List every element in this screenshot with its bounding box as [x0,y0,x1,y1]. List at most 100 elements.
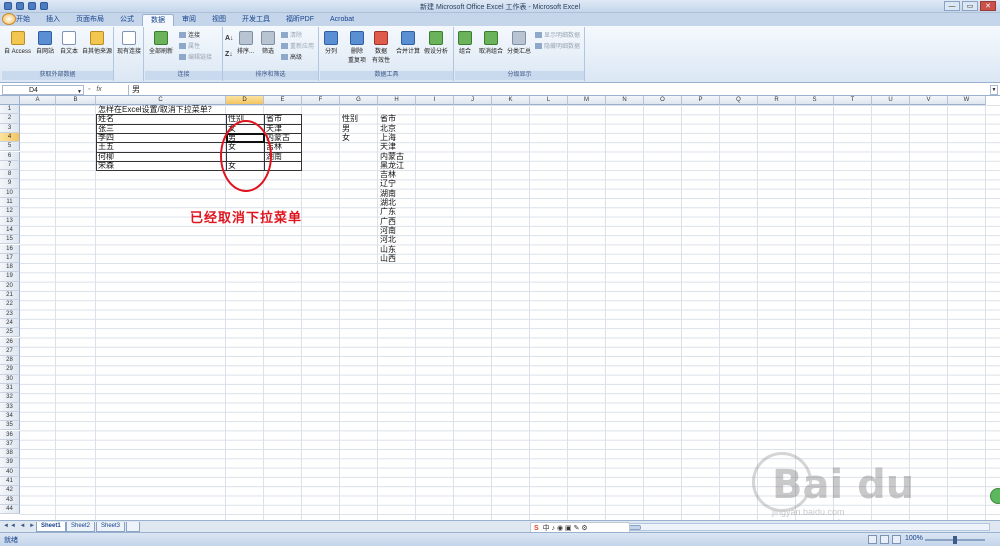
province-list-cell[interactable]: 内蒙古 [380,152,404,161]
tab-foxit-pdf[interactable]: 福昕PDF [278,14,322,26]
row-header-4[interactable]: 4 [0,132,20,143]
maximize-button[interactable]: ▭ [962,1,978,11]
row-header-16[interactable]: 16 [0,244,20,254]
name-cell[interactable]: 王五 [98,142,114,151]
header-name-cell[interactable]: 姓名 [98,114,114,123]
zoom-knob[interactable] [953,536,957,544]
row-header-27[interactable]: 27 [0,346,20,357]
column-header-f[interactable]: F [302,96,340,105]
row-header-15[interactable]: 15 [0,235,20,245]
tab-acrobat[interactable]: Acrobat [322,14,362,26]
from-text-button[interactable]: 自文本 [60,31,78,55]
column-header-m[interactable]: M [568,96,606,105]
tab-page-layout[interactable]: 页面布局 [68,14,112,26]
column-header-g[interactable]: G [340,96,378,105]
row-header-42[interactable]: 42 [0,486,20,496]
column-header-t[interactable]: T [834,96,872,105]
city-cell[interactable]: 天津 [266,124,282,133]
fx-button[interactable]: ◦ fx [88,85,124,95]
select-all-corner[interactable] [0,96,20,105]
column-header-j[interactable]: J [454,96,492,105]
insert-sheet-icon[interactable] [126,522,140,532]
row-header-43[interactable]: 43 [0,495,20,505]
province-list-cell[interactable]: 省市 [380,114,396,123]
column-header-n[interactable]: N [606,96,644,105]
province-list-cell[interactable]: 广东 [380,207,396,216]
row-header-41[interactable]: 41 [0,477,20,487]
connections-button[interactable]: 连接 [179,30,200,39]
row-header-33[interactable]: 33 [0,402,20,412]
row-header-29[interactable]: 29 [0,365,20,375]
from-access-button[interactable]: 自 Access [4,31,31,55]
row-header-37[interactable]: 37 [0,439,20,450]
column-header-c[interactable]: C [96,96,226,105]
row-header-17[interactable]: 17 [0,253,20,264]
sheet-tab-1[interactable]: Sheet1 [36,522,66,532]
expand-formula-icon[interactable]: ▼ [990,85,998,95]
column-header-b[interactable]: B [56,96,96,105]
what-if-button[interactable]: 假设分析 [424,31,448,55]
filter-button[interactable]: 筛选 [261,31,275,55]
column-header-r[interactable]: R [758,96,796,105]
row-header-5[interactable]: 5 [0,142,20,152]
province-list-cell[interactable]: 河北 [380,235,396,244]
advanced-button[interactable]: 高级 [281,52,302,61]
show-detail-button[interactable]: 显示明细数据 [535,30,580,39]
edit-links-button[interactable]: 编辑链接 [179,52,212,61]
row-header-31[interactable]: 31 [0,384,20,394]
zoom-slider[interactable] [925,536,985,544]
tab-data[interactable]: 数据 [142,14,174,26]
province-list-cell[interactable]: 湖北 [380,198,396,207]
column-header-v[interactable]: V [910,96,948,105]
province-list-cell[interactable]: 北京 [380,124,396,133]
undo-icon[interactable] [16,2,24,10]
row-header-6[interactable]: 6 [0,151,20,161]
office-button[interactable] [2,13,16,25]
data-validation-button[interactable]: 数据 有效性 [372,31,390,64]
subtotal-button[interactable]: 分类汇总 [507,31,531,55]
row-header-18[interactable]: 18 [0,263,20,273]
name-cell[interactable]: 宋森 [98,161,114,170]
row-header-1[interactable]: 1 [0,105,20,115]
row-header-14[interactable]: 14 [0,225,20,236]
column-header-q[interactable]: Q [720,96,758,105]
row-header-3[interactable]: 3 [0,123,20,133]
column-header-u[interactable]: U [872,96,910,105]
page-layout-view-icon[interactable] [880,535,889,544]
row-header-20[interactable]: 20 [0,281,20,291]
row-header-26[interactable]: 26 [0,337,20,347]
sort-button[interactable]: 排序... [237,31,254,55]
column-header-a[interactable]: A [20,96,56,105]
row-header-36[interactable]: 36 [0,430,20,440]
row-header-44[interactable]: 44 [0,504,20,515]
column-header-w[interactable]: W [948,96,986,105]
province-list-cell[interactable]: 天津 [380,142,396,151]
gender-list-cell[interactable]: 男 [342,124,350,133]
remove-duplicates-button[interactable]: 删除 重复项 [348,31,366,64]
column-header-k[interactable]: K [492,96,530,105]
province-list-cell[interactable]: 黑龙江 [380,161,404,170]
ungroup-button[interactable]: 取消组合 [479,31,503,55]
row-header-32[interactable]: 32 [0,393,20,403]
from-web-button[interactable]: 自网站 [36,31,54,55]
column-header-p[interactable]: P [682,96,720,105]
province-list-cell[interactable]: 吉林 [380,170,396,179]
column-header-l[interactable]: L [530,96,568,105]
reapply-button[interactable]: 重新应用 [281,41,314,50]
formula-input[interactable]: 男 [128,85,990,95]
row-header-39[interactable]: 39 [0,458,20,468]
sort-asc-icon[interactable]: A↓ [225,35,234,42]
row-header-12[interactable]: 12 [0,207,20,217]
row-header-34[interactable]: 34 [0,411,20,422]
consolidate-button[interactable]: 合并计算 [396,31,420,55]
row-header-22[interactable]: 22 [0,300,20,310]
properties-button[interactable]: 属性 [179,41,200,50]
row-header-10[interactable]: 10 [0,188,20,198]
row-header-24[interactable]: 24 [0,318,20,329]
name-cell[interactable]: 何柳 [98,152,114,161]
row-header-35[interactable]: 35 [0,421,20,431]
row-header-8[interactable]: 8 [0,170,20,180]
from-other-sources-button[interactable]: 自其他来源 [82,31,112,55]
customize-icon[interactable] [40,2,48,10]
column-header-i[interactable]: I [416,96,454,105]
